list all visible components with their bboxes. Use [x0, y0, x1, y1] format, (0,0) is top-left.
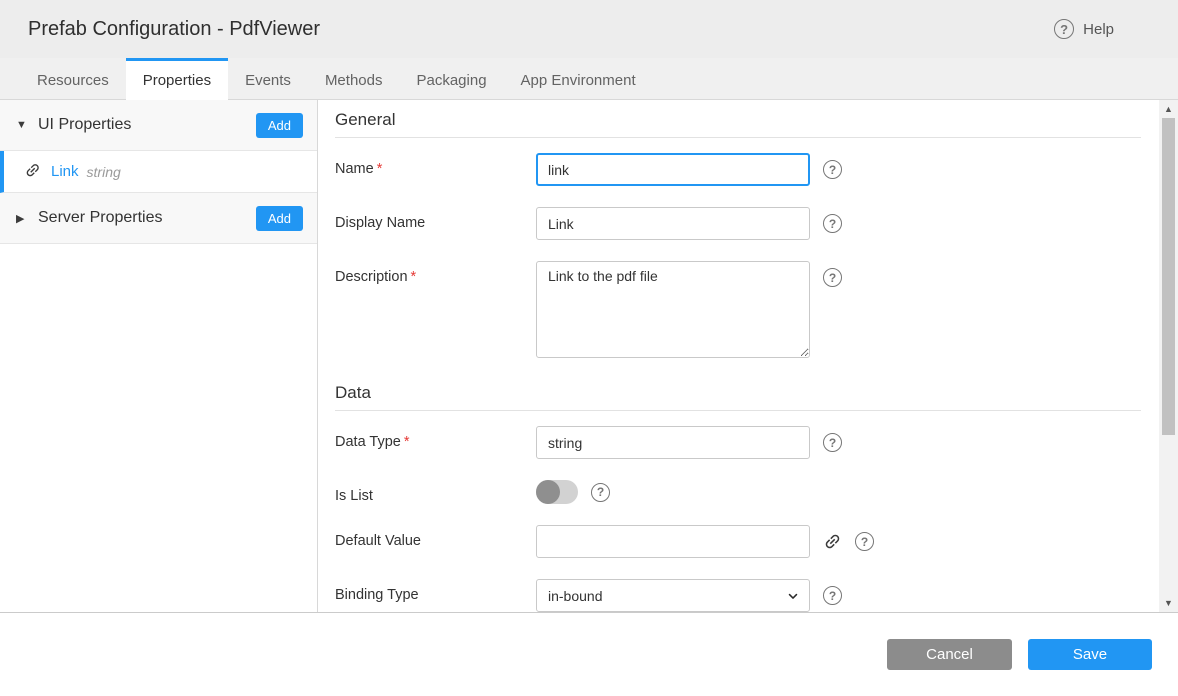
cancel-button[interactable]: Cancel	[887, 639, 1012, 670]
field-row-binding-type: Binding Type in-bound ?	[335, 579, 1141, 612]
section-title-data: Data	[335, 383, 1141, 411]
name-input[interactable]	[536, 153, 810, 186]
field-row-is-list: Is List ?	[335, 480, 1141, 504]
name-help-icon[interactable]: ?	[823, 160, 842, 179]
properties-sidebar: ▼ UI Properties Add Link string ▶ Server…	[0, 100, 318, 612]
toggle-knob	[536, 480, 560, 504]
chevron-down-icon	[786, 589, 800, 603]
description-help-icon[interactable]: ?	[823, 268, 842, 287]
section-title-general: General	[335, 110, 1141, 138]
help-label: Help	[1083, 21, 1114, 38]
property-form: General Name* ? Display Name ?	[318, 100, 1159, 612]
scroll-up-arrow[interactable]: ▲	[1159, 101, 1178, 117]
field-label: Is List	[335, 480, 536, 504]
bind-link-icon[interactable]	[819, 528, 846, 555]
field-row-name: Name* ?	[335, 153, 1141, 186]
tab-properties[interactable]: Properties	[126, 58, 228, 99]
field-label: Data Type*	[335, 426, 536, 450]
field-label: Name*	[335, 153, 536, 177]
field-row-default-value: Default Value ?	[335, 525, 1141, 558]
display-name-input[interactable]	[536, 207, 810, 240]
field-row-description: Description* Link to the pdf file ?	[335, 261, 1141, 358]
display-name-help-icon[interactable]: ?	[823, 214, 842, 233]
default-value-input[interactable]	[536, 525, 810, 558]
field-label: Default Value	[335, 525, 536, 549]
dialog-body: ▼ UI Properties Add Link string ▶ Server…	[0, 100, 1178, 612]
vertical-scrollbar[interactable]: ▲ ▼	[1159, 100, 1178, 612]
group-label: Server Properties	[38, 209, 256, 227]
help-circle-icon: ?	[1054, 19, 1074, 39]
sidebar-group-server-properties[interactable]: ▶ Server Properties Add	[0, 193, 317, 244]
tab-app-environment[interactable]: App Environment	[504, 58, 653, 99]
property-type: string	[87, 164, 121, 180]
link-icon	[21, 158, 49, 186]
is-list-toggle[interactable]	[536, 480, 578, 504]
required-asterisk: *	[411, 269, 417, 285]
caret-right-icon: ▶	[16, 212, 38, 225]
binding-type-value: in-bound	[548, 588, 603, 604]
field-label: Display Name	[335, 207, 536, 231]
dialog-footer: Cancel Save	[0, 612, 1178, 696]
field-row-display-name: Display Name ?	[335, 207, 1141, 240]
sidebar-group-ui-properties[interactable]: ▼ UI Properties Add	[0, 100, 317, 151]
tab-resources[interactable]: Resources	[20, 58, 126, 99]
binding-type-help-icon[interactable]: ?	[823, 586, 842, 605]
save-button[interactable]: Save	[1028, 639, 1152, 670]
sidebar-item-link[interactable]: Link string	[0, 151, 317, 193]
default-value-help-icon[interactable]: ?	[855, 532, 874, 551]
required-asterisk: *	[377, 161, 383, 177]
description-textarea[interactable]: Link to the pdf file	[536, 261, 810, 358]
tab-events[interactable]: Events	[228, 58, 308, 99]
is-list-help-icon[interactable]: ?	[591, 483, 610, 502]
field-row-data-type: Data Type* ?	[335, 426, 1141, 459]
add-ui-property-button[interactable]: Add	[256, 113, 303, 138]
binding-type-select[interactable]: in-bound	[536, 579, 810, 612]
property-name: Link	[51, 163, 79, 180]
field-label: Binding Type	[335, 579, 536, 603]
dialog-title: Prefab Configuration - PdfViewer	[28, 18, 320, 41]
scrollbar-thumb[interactable]	[1162, 118, 1175, 435]
required-asterisk: *	[404, 434, 410, 450]
data-type-input[interactable]	[536, 426, 810, 459]
caret-down-icon: ▼	[16, 119, 38, 131]
field-label: Description*	[335, 261, 536, 285]
add-server-property-button[interactable]: Add	[256, 206, 303, 231]
tab-packaging[interactable]: Packaging	[399, 58, 503, 99]
dialog-header: Prefab Configuration - PdfViewer ? Help	[0, 0, 1178, 58]
tab-bar: Resources Properties Events Methods Pack…	[0, 58, 1178, 100]
data-type-help-icon[interactable]: ?	[823, 433, 842, 452]
prefab-configuration-dialog: Prefab Configuration - PdfViewer ? Help …	[0, 0, 1178, 696]
help-button[interactable]: ? Help	[1054, 19, 1114, 39]
group-label: UI Properties	[38, 116, 256, 134]
scroll-down-arrow[interactable]: ▼	[1159, 595, 1178, 611]
tab-methods[interactable]: Methods	[308, 58, 400, 99]
